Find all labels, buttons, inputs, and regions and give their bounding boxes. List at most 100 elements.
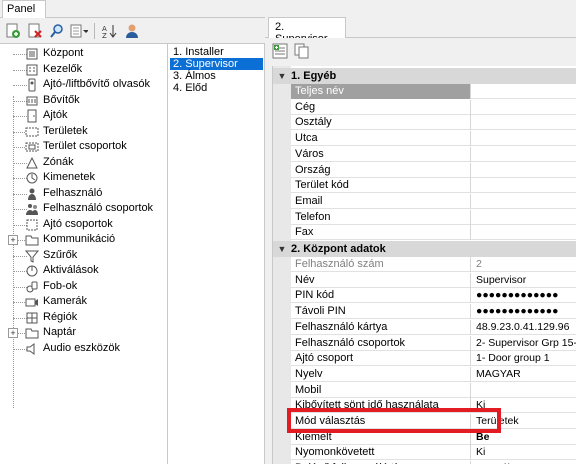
property-value[interactable]: ●●●●●●●●●●●●●	[473, 304, 576, 319]
fob-icon	[25, 280, 39, 294]
property-row[interactable]: Felhasználó szám 2	[291, 257, 576, 272]
property-row[interactable]: Utca	[291, 131, 576, 147]
tree-item[interactable]: Ajtó csoportok	[0, 217, 168, 233]
collapse-toggle-icon[interactable]: ▼	[273, 71, 291, 81]
property-name: Felhasználó csoportok	[291, 335, 471, 351]
property-row[interactable]: Felhasználó kártya 48.9.23.0.41.129.96	[291, 319, 576, 335]
tree-item[interactable]: Felhasználó csoportok	[0, 201, 168, 217]
area-group-icon	[25, 140, 39, 154]
list-item[interactable]: 2. Supervisor	[170, 58, 263, 70]
list-item[interactable]: 4. Előd	[170, 82, 263, 94]
property-row[interactable]: Felhasználó csoportok 2- Supervisor Grp 1…	[291, 335, 576, 351]
expand-toggle-icon[interactable]: +	[8, 328, 18, 338]
category-title: 2. Központ adatok	[291, 243, 386, 255]
property-row[interactable]: Osztály	[291, 115, 576, 131]
property-row[interactable]: Mobil	[291, 382, 576, 398]
copy-icon[interactable]	[293, 42, 311, 60]
property-row[interactable]: Fax	[291, 225, 576, 241]
tree-item[interactable]: Régiók	[0, 310, 168, 326]
tree-item[interactable]: Aktiválások	[0, 263, 168, 279]
property-value[interactable]	[473, 147, 576, 162]
tree-item[interactable]: Kimenetek	[0, 170, 168, 186]
property-value[interactable]: 48.9.23.0.41.129.96	[473, 320, 576, 335]
property-value[interactable]: 2	[473, 257, 576, 272]
audio-icon	[25, 342, 39, 356]
property-value[interactable]: MAGYAR	[473, 367, 576, 382]
property-value[interactable]: Supervisor	[473, 273, 576, 288]
tree-item-label: Ajtó csoportok	[43, 217, 113, 230]
property-row[interactable]: Távoli PIN ●●●●●●●●●●●●●	[291, 304, 576, 320]
property-row[interactable]: Ajtó csoport 1- Door group 1	[291, 351, 576, 367]
tree-item[interactable]: Terület csoportok	[0, 139, 168, 155]
tree-item[interactable]: Bővítők	[0, 93, 168, 109]
tree-item[interactable]: Szűrők	[0, 248, 168, 264]
property-value[interactable]	[473, 194, 576, 209]
tree-item-label: Naptár	[43, 326, 77, 338]
property-row[interactable]: Név Supervisor	[291, 272, 576, 288]
tree-item[interactable]: + Naptár	[0, 325, 168, 341]
property-value[interactable]: ●●●●●●●●●●●●●	[473, 288, 576, 303]
zone-icon	[25, 156, 39, 170]
property-row[interactable]: Nyomonkövetett Ki	[291, 445, 576, 461]
property-row[interactable]: Ország	[291, 162, 576, 178]
tree-item[interactable]: Ajtók	[0, 108, 168, 124]
property-value[interactable]	[473, 210, 576, 225]
tree-item[interactable]: + Kommunikáció	[0, 232, 168, 248]
sort-az-icon[interactable]: AZ	[101, 22, 119, 40]
property-value[interactable]	[473, 100, 576, 115]
tree-item-label: Felhasználó	[43, 186, 103, 199]
collapse-toggle-icon[interactable]: ▼	[273, 244, 291, 254]
panel-toolbar: AZ	[0, 18, 265, 44]
tree-item[interactable]: Központ	[0, 46, 168, 62]
property-row[interactable]: PIN kód ●●●●●●●●●●●●●	[291, 288, 576, 304]
tree-item-label: Ajtók	[43, 109, 68, 121]
property-row[interactable]: Email	[291, 193, 576, 209]
tree-item[interactable]: Fob-ok	[0, 279, 168, 295]
filter-icon	[24, 249, 40, 263]
property-name: Cég	[291, 99, 471, 115]
tab-supervisor[interactable]: 2. Supervisor	[268, 17, 346, 45]
property-value[interactable]	[473, 178, 576, 193]
property-value[interactable]	[473, 225, 576, 240]
expand-toggle-icon[interactable]: +	[8, 235, 18, 245]
tree-item[interactable]: Kamerák	[0, 294, 168, 310]
tree-item[interactable]: Felhasználó	[0, 186, 168, 202]
tree-item[interactable]: Területek	[0, 124, 168, 140]
list-item[interactable]: 1. Installer	[170, 46, 263, 58]
tree-item[interactable]: Audio eszközök	[0, 341, 168, 357]
door-icon	[25, 109, 39, 123]
property-value[interactable]	[473, 131, 576, 146]
property-value[interactable]	[473, 383, 576, 398]
property-value[interactable]	[473, 84, 576, 99]
tree-item[interactable]: Kezelők	[0, 62, 168, 78]
new-item-icon[interactable]	[4, 22, 22, 40]
property-value[interactable]: 2- Supervisor Grp 15-	[473, 336, 576, 351]
tree-item-label: Aktiválások	[43, 264, 99, 276]
delete-item-icon[interactable]	[26, 22, 44, 40]
property-value[interactable]: Ki	[473, 445, 576, 460]
property-row[interactable]: Város	[291, 146, 576, 162]
property-row[interactable]: Telefon	[291, 209, 576, 225]
user-search-icon[interactable]	[123, 22, 141, 40]
tree-item[interactable]: Zónák	[0, 155, 168, 171]
property-row[interactable]: Nyelv MAGYAR	[291, 366, 576, 382]
tree-item-label: Kezelők	[43, 62, 83, 75]
property-value[interactable]: 1- Door group 1	[473, 351, 576, 366]
property-name: Utca	[291, 131, 471, 147]
categorized-view-icon[interactable]	[271, 42, 289, 60]
search-icon[interactable]	[48, 22, 66, 40]
panel-tab[interactable]: Panel	[2, 0, 46, 18]
tree-item[interactable]: Ajtó-/liftbővítő olvasók	[0, 77, 168, 93]
property-category[interactable]: ▼ 1. Egyéb	[273, 68, 576, 84]
property-row[interactable]: Teljes név	[291, 84, 576, 99]
property-value[interactable]	[473, 115, 576, 130]
list-item[interactable]: 3. Álmos	[170, 70, 263, 82]
property-row[interactable]: Cég	[291, 99, 576, 115]
property-row[interactable]: Terület kód	[291, 178, 576, 194]
central-unit-icon	[25, 47, 39, 61]
property-value[interactable]	[473, 163, 576, 178]
filter-dropdown-icon[interactable]	[70, 22, 88, 40]
property-category[interactable]: ▼ 2. Központ adatok	[273, 241, 576, 257]
area-icon	[25, 125, 39, 139]
toolbar-separator	[94, 22, 95, 39]
